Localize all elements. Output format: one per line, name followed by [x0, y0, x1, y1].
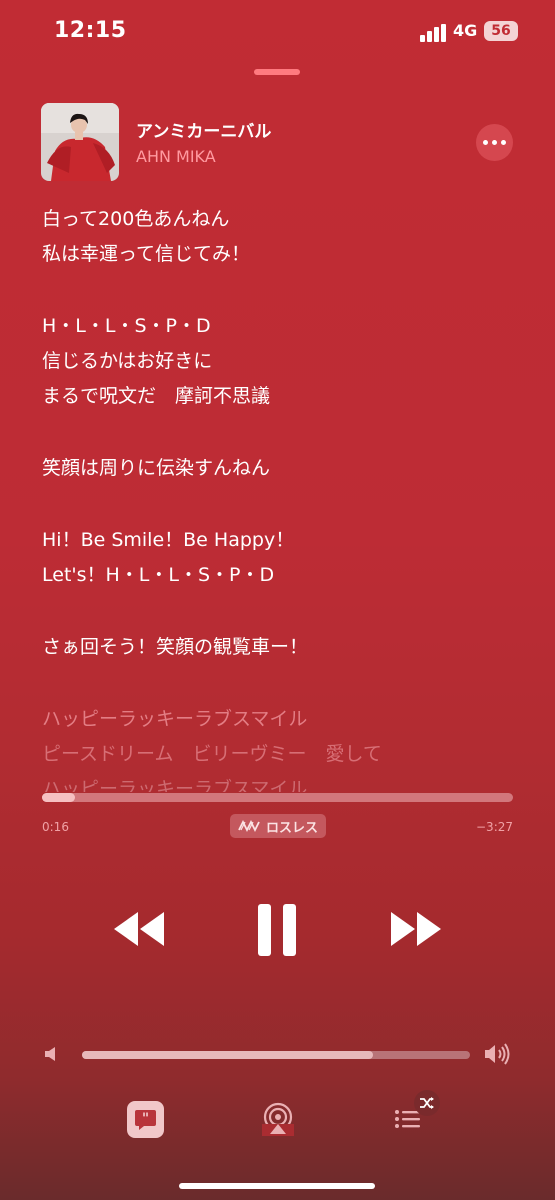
shuffle-icon	[420, 1097, 434, 1109]
status-time: 12:15	[54, 18, 127, 43]
volume-low-icon	[45, 1047, 55, 1061]
fast-forward-icon[interactable]	[389, 910, 443, 948]
network-label: 4G	[453, 21, 478, 40]
ellipsis-icon	[483, 140, 488, 145]
lossless-badge[interactable]: ロスレス	[230, 814, 326, 838]
lyric-line[interactable]: Hi！Be Smile！Be Happy！	[42, 523, 522, 558]
lyric-line[interactable]: 私は幸運って信じてみ！	[42, 237, 522, 272]
home-indicator[interactable]	[179, 1183, 375, 1189]
remaining-time: −3:27	[476, 820, 514, 834]
lyric-line[interactable]: ピースドリーム ビリーヴミー 愛して	[42, 737, 522, 772]
rewind-icon[interactable]	[112, 910, 166, 948]
song-artist[interactable]: AHN MIKA	[136, 147, 216, 166]
pause-icon[interactable]	[256, 904, 298, 956]
lyric-spacer	[42, 272, 522, 309]
lyrics-panel[interactable]: 白って200色あんねん 私は幸運って信じてみ！ H・L・L・S・P・D 信じるか…	[42, 202, 522, 792]
svg-text:": "	[142, 1111, 149, 1127]
lyric-line[interactable]: さぁ回そう！笑顔の観覧車ー！	[42, 630, 522, 665]
lyric-spacer	[42, 593, 522, 630]
song-title[interactable]: アンミカーニバル	[136, 117, 271, 142]
lyrics-quote-icon: "	[135, 1110, 156, 1130]
airplay-icon[interactable]	[262, 1102, 294, 1136]
lyric-line[interactable]: Let's！H・L・L・S・P・D	[42, 558, 522, 593]
shuffle-badge[interactable]	[414, 1090, 440, 1116]
lyric-spacer	[42, 414, 522, 451]
progress-fill	[42, 793, 75, 802]
volume-high-icon	[485, 1043, 510, 1065]
signal-icon	[420, 24, 446, 42]
elapsed-time: 0:16	[42, 820, 69, 834]
artwork-image	[41, 103, 119, 181]
lyric-line[interactable]: 信じるかはお好きに	[42, 344, 522, 379]
lyric-spacer	[42, 665, 522, 702]
sheet-grabber[interactable]	[254, 69, 300, 75]
lyric-line[interactable]: まるで呪文だ 摩訶不思議	[42, 379, 522, 414]
battery-level: 56	[491, 23, 511, 39]
lyric-line[interactable]: ハッピーラッキーラブスマイル	[42, 772, 522, 792]
battery-icon: 56	[484, 21, 518, 41]
lyric-line[interactable]: 笑顔は周りに伝染すんねん	[42, 451, 522, 486]
lossless-label: ロスレス	[265, 820, 318, 836]
lyric-spacer	[42, 486, 522, 523]
lyrics-button[interactable]: "	[127, 1101, 164, 1138]
more-options-button[interactable]	[476, 124, 513, 161]
lyric-line[interactable]: H・L・L・S・P・D	[42, 309, 522, 344]
lyric-line[interactable]: 白って200色あんねん	[42, 202, 522, 237]
progress-scrubber[interactable]	[42, 793, 513, 802]
volume-fill	[82, 1051, 373, 1059]
album-artwork[interactable]	[41, 103, 119, 181]
lossless-wave-icon	[238, 820, 260, 832]
lyric-line[interactable]: ハッピーラッキーラブスマイル	[42, 702, 522, 737]
